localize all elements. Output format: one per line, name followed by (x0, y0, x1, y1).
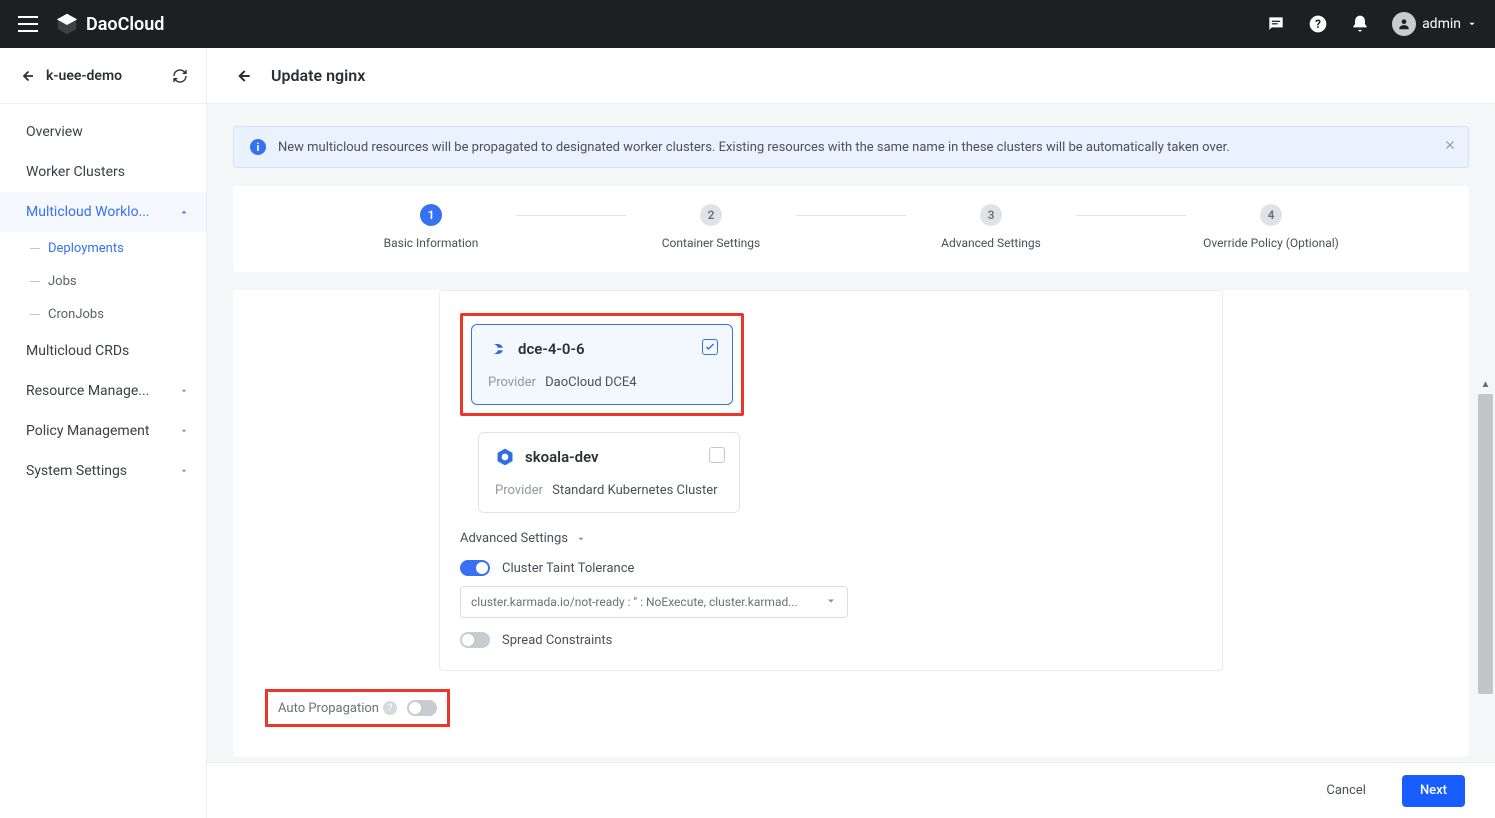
kubernetes-logo-icon (495, 447, 515, 467)
taint-toleration-switch[interactable] (460, 560, 490, 576)
brand-text: DaoCloud (86, 14, 164, 35)
page-title: Update nginx (271, 66, 365, 85)
provider-label: Provider (495, 483, 543, 498)
chevron-down-icon (178, 425, 190, 437)
sidebar-item-multicloud-crds[interactable]: Multicloud CRDs (0, 331, 206, 371)
help-icon[interactable]: ? (383, 701, 397, 715)
checkbox-icon[interactable] (709, 447, 725, 463)
hamburger-icon[interactable] (18, 16, 38, 32)
cluster-card-dce[interactable]: dce-4-0-6 Provider DaoCloud DCE4 (471, 324, 733, 405)
spread-constraints-label: Spread Constraints (502, 633, 612, 648)
help-icon[interactable]: ? (1308, 14, 1328, 34)
brand: DaoCloud (56, 13, 164, 35)
spread-constraints-switch[interactable] (460, 632, 490, 648)
sidebar: k-uee-demo Overview Worker Clusters Mult… (0, 48, 207, 818)
auto-propagation-highlight: Auto Propagation ? (265, 689, 450, 727)
chat-icon[interactable] (1266, 14, 1286, 34)
chevron-down-icon (178, 465, 190, 477)
sidebar-item-cronjobs[interactable]: CronJobs (0, 298, 206, 331)
advanced-settings-toggle[interactable]: Advanced Settings (460, 531, 1202, 546)
provider-value: Standard Kubernetes Cluster (552, 483, 717, 498)
highlighted-cluster: dce-4-0-6 Provider DaoCloud DCE4 (460, 313, 744, 416)
sidebar-header: k-uee-demo (0, 48, 206, 104)
provider-value: DaoCloud DCE4 (545, 375, 636, 390)
sidebar-item-worker-clusters[interactable]: Worker Clusters (0, 152, 206, 192)
topbar: DaoCloud ? admin (0, 0, 1495, 48)
avatar-icon (1392, 12, 1416, 36)
step-container-settings[interactable]: 2 Container Settings (626, 204, 796, 250)
user-menu[interactable]: admin (1392, 12, 1477, 36)
select-value: cluster.karmada.io/not-ready : '' : NoEx… (471, 595, 825, 609)
chevron-up-icon (178, 206, 190, 218)
chevron-down-icon (576, 534, 586, 544)
main: Update nginx i New multicloud resources … (207, 48, 1495, 818)
info-icon: i (250, 139, 266, 155)
sidebar-item-overview[interactable]: Overview (0, 112, 206, 152)
refresh-icon[interactable] (172, 68, 188, 84)
alert-text: New multicloud resources will be propaga… (278, 140, 1230, 155)
context-name: k-uee-demo (46, 68, 172, 84)
close-icon[interactable] (1444, 139, 1456, 155)
steps-card: 1 Basic Information 2 Container Settings… (233, 186, 1469, 272)
info-alert: i New multicloud resources will be propa… (233, 126, 1469, 168)
cancel-button[interactable]: Cancel (1308, 775, 1384, 807)
bell-icon[interactable] (1350, 14, 1370, 34)
back-icon[interactable] (18, 67, 36, 85)
chevron-down-icon (825, 595, 837, 610)
cluster-name: dce-4-0-6 (518, 340, 585, 358)
chevron-down-icon (178, 385, 190, 397)
taint-toleration-label: Cluster Taint Tolerance (502, 561, 634, 576)
svg-text:?: ? (1315, 17, 1321, 31)
cluster-card-skoala[interactable]: skoala-dev Provider Standard Kubernetes … (478, 432, 740, 513)
taint-toleration-row: Cluster Taint Tolerance (460, 560, 1202, 576)
step-basic-information[interactable]: 1 Basic Information (346, 204, 516, 250)
cluster-selector: dce-4-0-6 Provider DaoCloud DCE4 (460, 309, 1202, 513)
deploy-settings-box: dce-4-0-6 Provider DaoCloud DCE4 (439, 290, 1223, 671)
provider-label: Provider (488, 375, 536, 390)
taint-toleration-select[interactable]: cluster.karmada.io/not-ready : '' : NoEx… (460, 586, 848, 618)
scroll-up-icon[interactable]: ▲ (1478, 377, 1493, 392)
cluster-name: skoala-dev (525, 448, 599, 466)
footer: Cancel Next (207, 762, 1495, 818)
scroll-area: i New multicloud resources will be propa… (207, 104, 1495, 762)
sidebar-item-jobs[interactable]: Jobs (0, 265, 206, 298)
sidebar-item-multicloud-workloads[interactable]: Multicloud Worklo... (0, 192, 206, 232)
spread-constraints-row: Spread Constraints (460, 632, 1202, 648)
next-button[interactable]: Next (1402, 775, 1465, 807)
chevron-down-icon (1467, 19, 1477, 29)
page-header: Update nginx (207, 48, 1495, 104)
step-advanced-settings[interactable]: 3 Advanced Settings (906, 204, 1076, 250)
sidebar-item-system-settings[interactable]: System Settings (0, 451, 206, 491)
scrollbar-thumb[interactable] (1478, 394, 1493, 694)
auto-propagation-label: Auto Propagation ? (278, 701, 397, 716)
logo-icon (56, 13, 78, 35)
sidebar-item-deployments[interactable]: Deployments (0, 232, 206, 265)
sidebar-item-policy-management[interactable]: Policy Management (0, 411, 206, 451)
cluster-logo-icon (488, 339, 508, 359)
step-override-policy[interactable]: 4 Override Policy (Optional) (1186, 204, 1356, 250)
sidebar-nav: Overview Worker Clusters Multicloud Work… (0, 104, 206, 499)
sidebar-item-resource-management[interactable]: Resource Manage... (0, 371, 206, 411)
auto-propagation-switch[interactable] (407, 700, 437, 716)
checkbox-icon[interactable] (702, 339, 718, 355)
page-back-icon[interactable] (233, 66, 253, 86)
topbar-actions: ? admin (1266, 12, 1477, 36)
form-card: dce-4-0-6 Provider DaoCloud DCE4 (233, 290, 1469, 757)
user-name: admin (1422, 16, 1461, 32)
